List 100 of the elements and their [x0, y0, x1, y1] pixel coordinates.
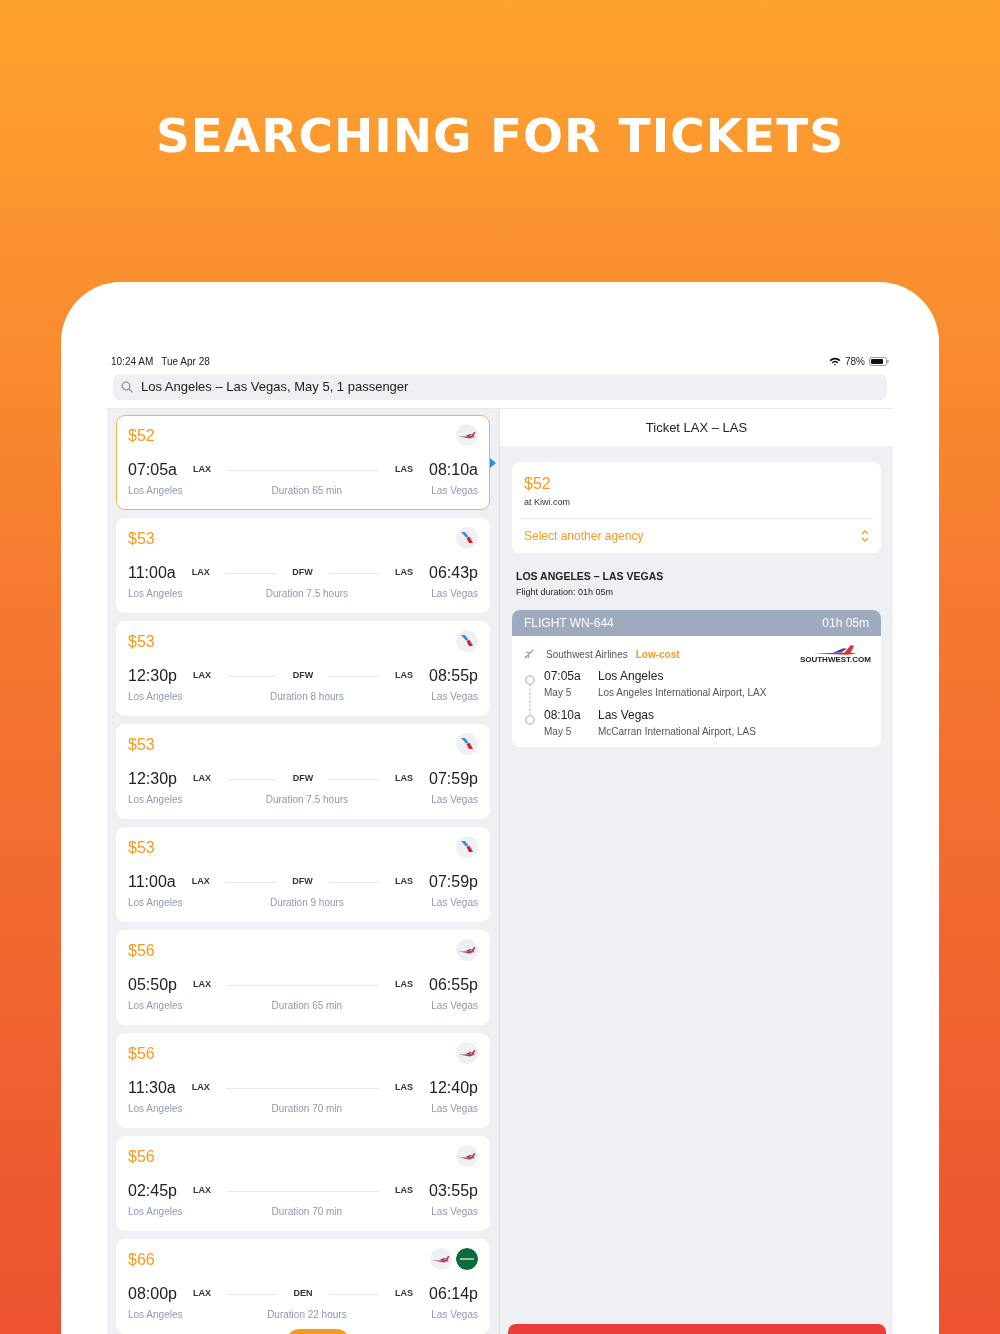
city-name: Los Angeles: [128, 793, 183, 807]
battery-percent: 78%: [845, 354, 865, 369]
duration-text: Duration 65 min: [271, 999, 343, 1013]
departure-time: 08:00p: [128, 1284, 177, 1304]
price: $53: [128, 529, 155, 549]
departure-time: 12:30p: [128, 666, 177, 686]
airport-code: LAX: [192, 1184, 211, 1198]
arrival-time: 08:55p: [429, 666, 478, 686]
duration-text: Duration 22 hours: [267, 1308, 347, 1322]
price: $52: [128, 426, 155, 446]
status-date: Tue Apr 28: [161, 354, 210, 369]
city-name: Los Angeles: [128, 999, 183, 1013]
city-name: Las Vegas: [431, 1205, 478, 1219]
arrival-time: 06:14p: [429, 1284, 478, 1304]
duration-text: Duration 8 hours: [269, 690, 344, 704]
departure-time: 11:30a: [128, 1078, 176, 1098]
flight-card[interactable]: $56 02:45p LAX LAS 03:55p Los Angeles Duration 70 min Las Vegas: [116, 1136, 490, 1231]
city-name: Las Vegas: [431, 793, 478, 807]
departure-time: 11:00a: [128, 872, 176, 892]
city-name: Los Angeles: [128, 896, 183, 910]
airport-code: DFW: [292, 566, 313, 580]
duration-text: Duration 9 hours: [269, 896, 344, 910]
duration-text: Duration 65 min: [271, 484, 343, 498]
arrival-time: 06:55p: [429, 975, 478, 995]
airport-name: McCarran International Airport, LAS: [598, 724, 756, 739]
price: $56: [128, 1147, 155, 1167]
arrival-time: 08:10a: [429, 460, 478, 480]
city-name: Los Angeles: [128, 1205, 183, 1219]
airport-code: DFW: [292, 875, 313, 889]
stop-time: 08:10a: [544, 706, 582, 724]
flight-duration: Flight duration: 01h 05m: [516, 586, 615, 600]
airport-code: LAS: [395, 463, 414, 477]
airline-tag: Low-cost: [635, 646, 680, 662]
flight-card[interactable]: $56 05:50p LAX LAS 06:55p Los Angeles Duration 65 min Las Vegas: [116, 930, 490, 1025]
stop-date: May 5: [544, 685, 573, 700]
panel-title: Ticket LAX – LAS: [500, 409, 893, 446]
flight-card[interactable]: $53 11:00a LAX DFW LAS 07:59p Los Angeles Duration 9 hours Las Vegas: [116, 827, 490, 922]
arrival-time: 03:55p: [429, 1181, 478, 1201]
city-name: Las Vegas: [431, 1308, 478, 1322]
duration-text: Duration 7.5 hours: [265, 587, 349, 601]
airport-code: LAS: [395, 1287, 414, 1301]
headline: SEARCHING FOR TICKETS: [155, 107, 845, 165]
flight-card[interactable]: $53 12:30p LAX DFW LAS 08:55p Los Angeles Duration 8 hours Las Vegas: [116, 621, 490, 716]
airport-code: LAS: [395, 1184, 414, 1198]
airport-name: Los Angeles International Airport, LAX: [598, 685, 767, 700]
departure-time: 07:05a: [128, 460, 177, 480]
route-heading: LOS ANGELES – LAS VEGAS: [516, 568, 665, 584]
city-name: Las Vegas: [431, 587, 478, 601]
departure-time: 05:50p: [128, 975, 177, 995]
duration-text: Duration 7.5 hours: [265, 793, 349, 807]
price: $53: [128, 735, 155, 755]
airport-code: LAS: [395, 669, 414, 683]
city-name: Las Vegas: [431, 999, 478, 1013]
airport-code: LAX: [192, 978, 211, 992]
airport-code: LAX: [191, 875, 210, 889]
city-name: Las Vegas: [431, 690, 478, 704]
search-field[interactable]: Los Angeles – Las Vegas, May 5, 1 passenger: [113, 374, 887, 400]
airport-code: LAS: [395, 566, 414, 580]
arrival-time: 07:59p: [429, 872, 478, 892]
price: $66: [128, 1250, 155, 1270]
departure-time: 11:00a: [128, 563, 176, 583]
airport-code: LAX: [192, 772, 211, 786]
airport-code: DFW: [292, 669, 314, 683]
city-name: Las Vegas: [431, 896, 478, 910]
city-name: Los Angeles: [128, 587, 183, 601]
airport-code: DEN: [293, 1287, 313, 1301]
price: $53: [128, 632, 155, 652]
city-name: Los Angeles: [128, 484, 183, 498]
duration-text: Duration 70 min: [271, 1205, 343, 1219]
agency-text: at Kiwi.com: [524, 496, 571, 509]
city-name: Las Vegas: [431, 484, 478, 498]
airport-code: LAX: [191, 566, 210, 580]
city-name: Los Angeles: [128, 1102, 183, 1116]
flight-card[interactable]: $66 08:00p LAX DEN LAS 06:14p Los Angeles Duration 22 hours Las Vegas: [116, 1239, 490, 1334]
stop-city: Los Angeles: [598, 667, 665, 685]
arrival-time: 07:59p: [429, 769, 478, 789]
city-name: Las Vegas: [431, 1102, 478, 1116]
logo-text: SOUTHWEST.COM: [799, 655, 871, 665]
airport-code: LAX: [192, 463, 211, 477]
stop-city: Las Vegas: [598, 706, 656, 724]
flight-time: 01h 05m: [822, 614, 869, 632]
airline-name: Southwest Airlines: [546, 647, 628, 662]
airport-code: LAS: [395, 875, 414, 889]
price: $53: [128, 838, 155, 858]
flight-card[interactable]: $53 12:30p LAX DFW LAS 07:59p Los Angeles Duration 7.5 hours Las Vegas: [116, 724, 490, 819]
stop-date: May 5: [544, 724, 573, 739]
airport-code: LAS: [395, 1081, 414, 1095]
airport-code: LAS: [395, 772, 414, 786]
airport-code: LAS: [395, 978, 414, 992]
status-time: 10:24 AM: [111, 354, 154, 369]
price: $52: [524, 474, 552, 494]
flight-number: FLIGHT WN-644: [524, 614, 614, 632]
stop-time: 07:05a: [544, 667, 582, 685]
airport-code: LAX: [192, 669, 211, 683]
price: $56: [128, 941, 155, 961]
departure-time: 02:45p: [128, 1181, 177, 1201]
arrival-time: 12:40p: [429, 1078, 478, 1098]
departure-time: 12:30p: [128, 769, 177, 789]
flight-card[interactable]: $56 11:30a LAX LAS 12:40p Los Angeles Duration 70 min Las Vegas: [116, 1033, 490, 1128]
flight-card[interactable]: $53 11:00a LAX DFW LAS 06:43p Los Angeles Duration 7.5 hours Las Vegas: [116, 518, 490, 613]
